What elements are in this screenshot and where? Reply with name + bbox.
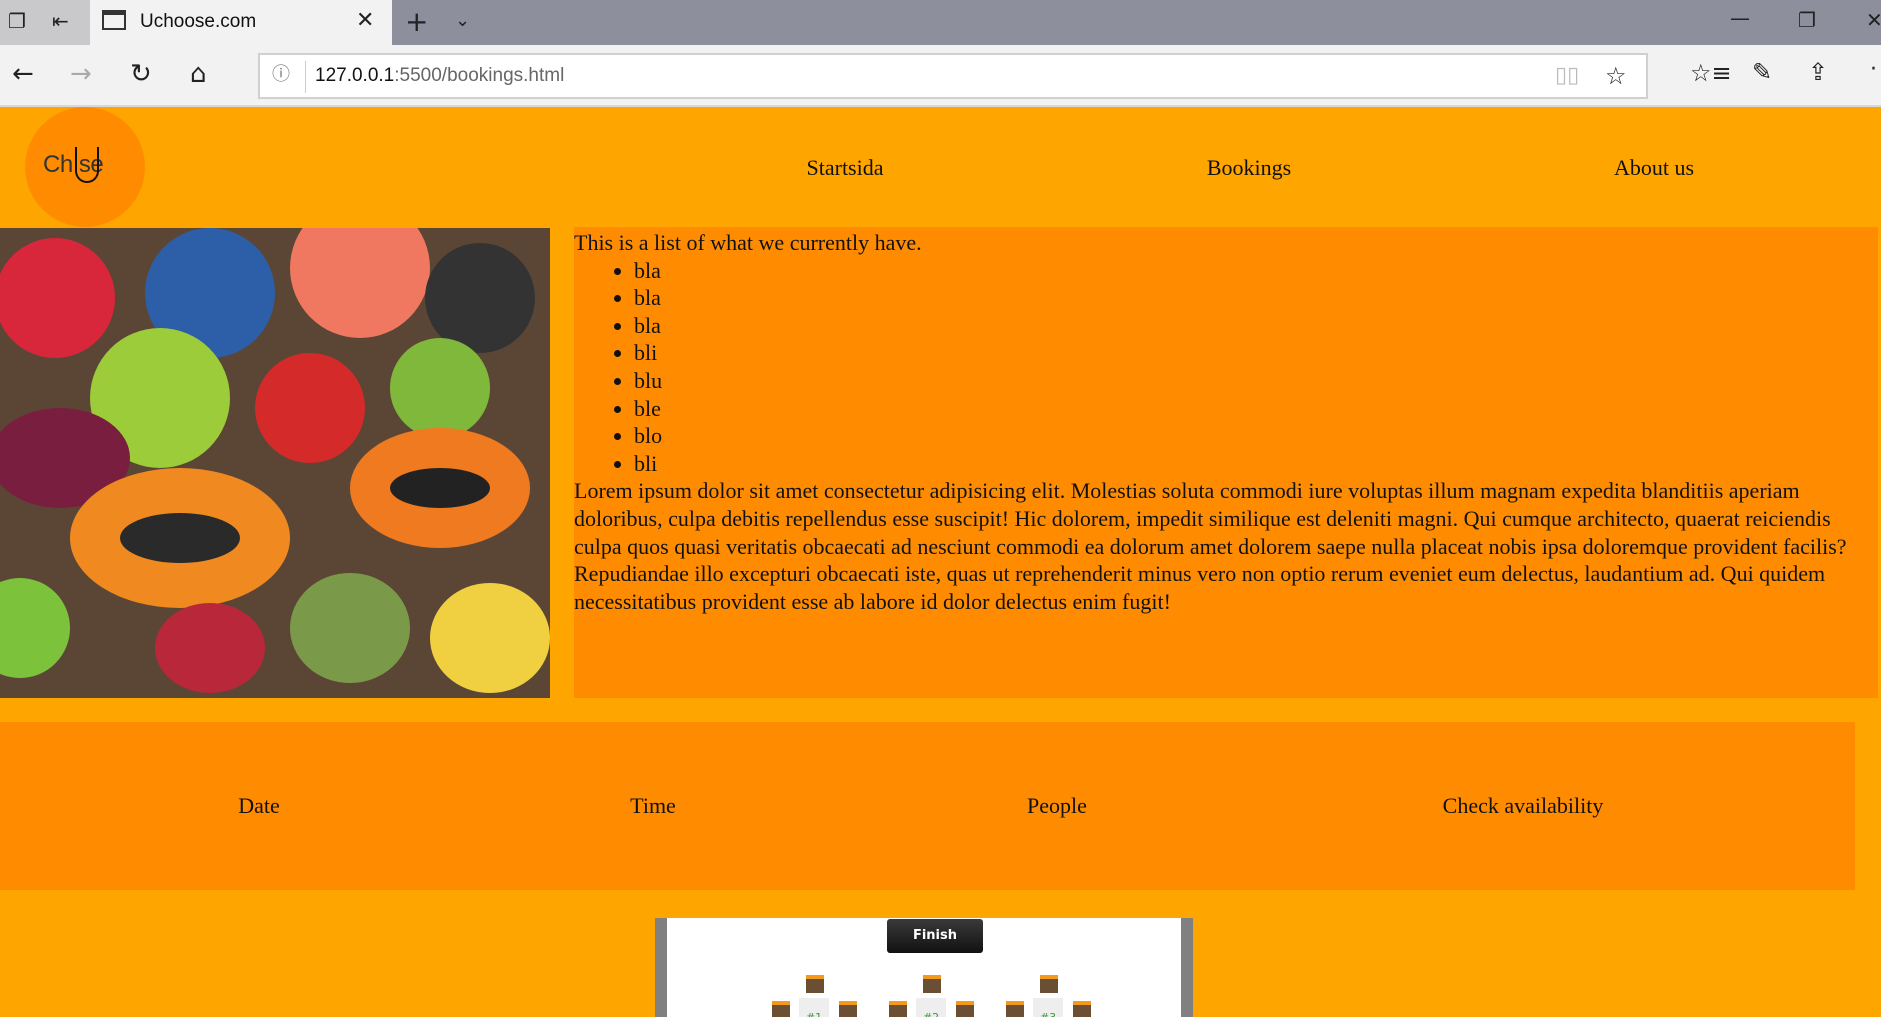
table-1[interactable]: #1 bbox=[799, 998, 829, 1017]
content-panel: This is a list of what we currently have… bbox=[574, 227, 1878, 698]
finish-button[interactable]: Finish bbox=[887, 919, 983, 953]
share-icon[interactable]: ⇪ bbox=[1808, 60, 1828, 84]
browser-toolbar: ← → ↻ ⌂ ⓘ 127.0.0.1:5500/bookings.html ▯… bbox=[0, 45, 1881, 107]
list-item: blu bbox=[634, 367, 1878, 395]
fruit-illustration bbox=[0, 228, 550, 698]
home-icon[interactable]: ⌂ bbox=[190, 61, 207, 87]
reading-view-icon[interactable]: ▯▯ bbox=[1555, 65, 1579, 87]
url-text[interactable]: 127.0.0.1:5500/bookings.html bbox=[315, 65, 564, 87]
tab-title: Uchoose.com bbox=[140, 11, 257, 32]
info-icon[interactable]: ⓘ bbox=[272, 66, 290, 84]
chair[interactable] bbox=[923, 975, 941, 993]
nav-bookings[interactable]: Bookings bbox=[1207, 155, 1291, 181]
table-2[interactable]: #2 bbox=[916, 998, 946, 1017]
pen-icon[interactable]: ✎ bbox=[1752, 60, 1772, 84]
list-item: ble bbox=[634, 395, 1878, 423]
address-bar[interactable]: ⓘ 127.0.0.1:5500/bookings.html ▯▯ ☆ bbox=[258, 53, 1648, 99]
chevron-down-icon[interactable]: ⌄ bbox=[455, 12, 470, 30]
intro-text: This is a list of what we currently have… bbox=[574, 230, 922, 255]
favorite-star-icon[interactable]: ☆ bbox=[1605, 64, 1627, 88]
refresh-icon[interactable]: ↻ bbox=[130, 61, 152, 87]
browser-tab-bar: ❐ ⇤ Uchoose.com ✕ + ⌄ — ❐ ✕ bbox=[0, 0, 1881, 45]
chair[interactable] bbox=[806, 975, 824, 993]
nav-about-us[interactable]: About us bbox=[1614, 155, 1694, 181]
logo-u-mark bbox=[75, 147, 99, 183]
favorites-list-icon[interactable]: ☆≡ bbox=[1690, 61, 1732, 85]
nav-startsida[interactable]: Startsida bbox=[807, 155, 884, 181]
close-tab-icon[interactable]: ✕ bbox=[356, 10, 374, 32]
fruit-image bbox=[0, 228, 550, 698]
divider bbox=[305, 61, 306, 93]
new-tab-icon[interactable]: + bbox=[405, 8, 428, 36]
table-3[interactable]: #3 bbox=[1033, 998, 1063, 1017]
list-item: bli bbox=[634, 339, 1878, 367]
list-item: bla bbox=[634, 284, 1878, 312]
lorem-paragraph: Lorem ipsum dolor sit amet consectetur a… bbox=[574, 478, 1847, 614]
page-icon bbox=[102, 10, 126, 30]
list-item: bli bbox=[634, 450, 1878, 478]
tab-list-icon[interactable]: ❐ bbox=[8, 11, 26, 31]
url-host: 127.0.0.1 bbox=[315, 65, 395, 86]
date-field[interactable]: Date bbox=[238, 793, 280, 819]
back-icon[interactable]: ← bbox=[12, 61, 34, 87]
list-item: blo bbox=[634, 422, 1878, 450]
items-list: bla bla bla bli blu ble blo bli bbox=[614, 257, 1878, 478]
set-aside-tabs-icon[interactable]: ⇤ bbox=[52, 11, 69, 31]
booking-bar: Date Time People Check availability bbox=[0, 722, 1855, 890]
url-path: :5500/bookings.html bbox=[394, 65, 565, 86]
check-availability-button[interactable]: Check availability bbox=[1443, 793, 1604, 819]
chair[interactable] bbox=[1006, 1001, 1024, 1017]
chair[interactable] bbox=[956, 1001, 974, 1017]
chair[interactable] bbox=[772, 1001, 790, 1017]
more-icon[interactable]: · bbox=[1870, 59, 1877, 81]
forward-icon[interactable]: → bbox=[70, 61, 92, 87]
list-item: bla bbox=[634, 312, 1878, 340]
minimize-icon[interactable]: — bbox=[1730, 8, 1750, 28]
people-field[interactable]: People bbox=[1027, 793, 1087, 819]
time-field[interactable]: Time bbox=[630, 793, 676, 819]
site-header: Ch se Startsida Bookings About us bbox=[0, 107, 1881, 227]
chair[interactable] bbox=[1073, 1001, 1091, 1017]
chair[interactable] bbox=[889, 1001, 907, 1017]
browser-tab[interactable]: Uchoose.com ✕ bbox=[90, 0, 392, 45]
tab-actions: ❐ ⇤ bbox=[0, 0, 90, 45]
list-item: bla bbox=[634, 257, 1878, 285]
chair[interactable] bbox=[839, 1001, 857, 1017]
logo[interactable]: Ch se bbox=[25, 107, 145, 227]
chair[interactable] bbox=[1040, 975, 1058, 993]
close-window-icon[interactable]: ✕ bbox=[1866, 10, 1881, 30]
seating-map: Finish #1 #2 #3 bbox=[655, 918, 1193, 1017]
restore-icon[interactable]: ❐ bbox=[1798, 10, 1816, 30]
